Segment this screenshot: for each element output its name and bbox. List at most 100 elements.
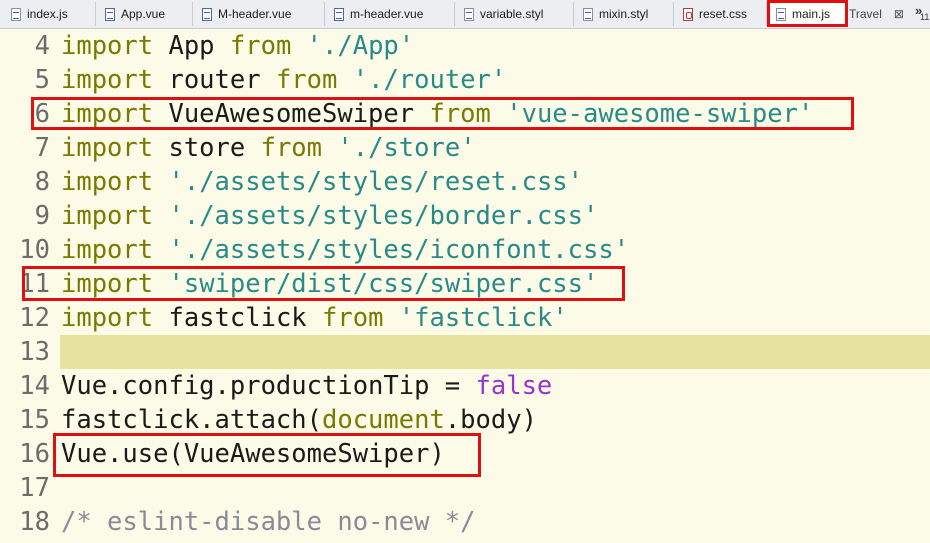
code-line: 15 fastclick.attach(document.body) bbox=[0, 403, 930, 437]
line-number: 9 bbox=[34, 201, 50, 231]
tab-label: M-header.vue bbox=[218, 7, 292, 21]
code-token: App bbox=[153, 31, 230, 61]
highlight-box-line-11 bbox=[22, 266, 625, 301]
line-number: 4 bbox=[34, 31, 50, 61]
code-token: /* eslint-disable no-new */ bbox=[61, 507, 476, 537]
code-text: Vue.config.productionTip = false bbox=[61, 369, 552, 403]
code-token: './assets/styles/border.css' bbox=[168, 201, 599, 231]
tab-app-vue[interactable]: App.vue bbox=[96, 2, 193, 26]
code-token: import bbox=[61, 31, 154, 61]
code-text: import './assets/styles/reset.css' bbox=[61, 165, 583, 199]
code-text: /* eslint-disable no-new */ bbox=[61, 505, 476, 539]
line-number: 13 bbox=[19, 337, 50, 367]
code-text: import fastclick from 'fastclick' bbox=[61, 301, 568, 335]
line-number: 18 bbox=[19, 507, 50, 537]
line-number: 5 bbox=[34, 65, 50, 95]
highlight-box-line-16 bbox=[53, 433, 481, 477]
code-token: './assets/styles/iconfont.css' bbox=[168, 235, 630, 265]
code-token: .body) bbox=[444, 405, 537, 435]
tab-label: reset.css bbox=[699, 7, 748, 21]
code-text: import './assets/styles/iconfont.css' bbox=[61, 233, 629, 267]
code-token: './store' bbox=[337, 133, 476, 163]
code-token: router bbox=[153, 65, 276, 95]
code-line: 18 /* eslint-disable no-new */ bbox=[0, 505, 930, 539]
code-token: from bbox=[322, 303, 384, 333]
line-number: 17 bbox=[19, 473, 50, 503]
tab-overflow-button[interactable]: » 11 bbox=[912, 2, 930, 26]
code-text: fastclick.attach(document.body) bbox=[61, 403, 537, 437]
code-token: Vue.config.productionTip = bbox=[61, 371, 476, 401]
tab-label: App.vue bbox=[121, 7, 166, 21]
code-line: 14 Vue.config.productionTip = false bbox=[0, 369, 930, 403]
code-editor[interactable]: 4 import App from './App' 5 import router f… bbox=[0, 28, 930, 543]
vue-file-icon bbox=[202, 7, 212, 21]
code-token: import bbox=[61, 303, 154, 333]
code-line: 4 import App from './App' bbox=[0, 29, 930, 63]
code-line: 9 import './assets/styles/border.css' bbox=[0, 199, 930, 233]
editor-tab-bar: index.js App.vue M-header.vue m-header.v… bbox=[0, 0, 930, 29]
code-token: from bbox=[260, 133, 323, 163]
code-token: import bbox=[61, 65, 154, 95]
code-token: import bbox=[61, 235, 154, 265]
line-number: 8 bbox=[34, 167, 50, 197]
project-label: Travel ⊠ bbox=[849, 2, 904, 26]
line-number: 16 bbox=[19, 439, 50, 469]
tab-m-header-vue[interactable]: m-header.vue bbox=[325, 2, 455, 26]
tab-mixin-styl[interactable]: mixin.styl bbox=[574, 2, 674, 26]
code-line: 13 bbox=[0, 335, 930, 369]
js-file-icon bbox=[11, 7, 21, 21]
code-token: './App' bbox=[306, 31, 415, 61]
project-label-text: Travel bbox=[849, 7, 882, 21]
code-token: fastclick bbox=[153, 303, 323, 333]
code-token: import bbox=[61, 167, 154, 197]
code-line: 5 import router from './router' bbox=[0, 63, 930, 97]
hidden-tab-count: 11 bbox=[920, 12, 930, 22]
vue-file-icon bbox=[334, 7, 344, 21]
code-token: from bbox=[229, 31, 292, 61]
code-line: 7 import store from './store' bbox=[0, 131, 930, 165]
tab-label: m-header.vue bbox=[350, 7, 424, 21]
tab-label: variable.styl bbox=[480, 7, 544, 21]
code-token: fastclick.attach( bbox=[61, 405, 322, 435]
code-token: 'fastclick' bbox=[398, 303, 568, 333]
code-token: './assets/styles/reset.css' bbox=[168, 167, 583, 197]
code-text: import './assets/styles/border.css' bbox=[61, 199, 598, 233]
vue-file-icon bbox=[105, 7, 115, 21]
code-token: from bbox=[275, 65, 338, 95]
code-text: import App from './App' bbox=[61, 29, 414, 63]
styl-file-icon bbox=[464, 7, 474, 21]
css-file-icon bbox=[683, 7, 693, 21]
line-number: 12 bbox=[19, 303, 50, 333]
code-token: document bbox=[322, 405, 445, 435]
highlight-box-line-6 bbox=[31, 97, 854, 130]
tab-label: index.js bbox=[27, 7, 68, 21]
tab-variable-styl[interactable]: variable.styl bbox=[455, 2, 574, 26]
line-number: 7 bbox=[34, 133, 50, 163]
tab-reset-css[interactable]: reset.css bbox=[674, 2, 767, 26]
styl-file-icon bbox=[583, 7, 593, 21]
code-line: 10 import './assets/styles/iconfont.css' bbox=[0, 233, 930, 267]
code-token: './router' bbox=[352, 65, 507, 95]
code-line: 8 import './assets/styles/reset.css' bbox=[0, 165, 930, 199]
code-token: store bbox=[153, 133, 261, 163]
code-text: import store from './store' bbox=[61, 131, 476, 165]
code-token: import bbox=[61, 133, 154, 163]
code-text: import router from './router' bbox=[61, 63, 506, 97]
tab-index-js[interactable]: index.js bbox=[2, 2, 96, 26]
line-number: 15 bbox=[19, 405, 50, 435]
code-line: 12 import fastclick from 'fastclick' bbox=[0, 301, 930, 335]
close-tab-icon[interactable]: ⊠ bbox=[894, 7, 904, 21]
code-token: false bbox=[475, 371, 553, 401]
line-number: 10 bbox=[19, 235, 50, 265]
tab-M-header-vue[interactable]: M-header.vue bbox=[193, 2, 325, 26]
code-token: import bbox=[61, 201, 154, 231]
tab-label: mixin.styl bbox=[599, 7, 649, 21]
line-number: 14 bbox=[19, 371, 50, 401]
